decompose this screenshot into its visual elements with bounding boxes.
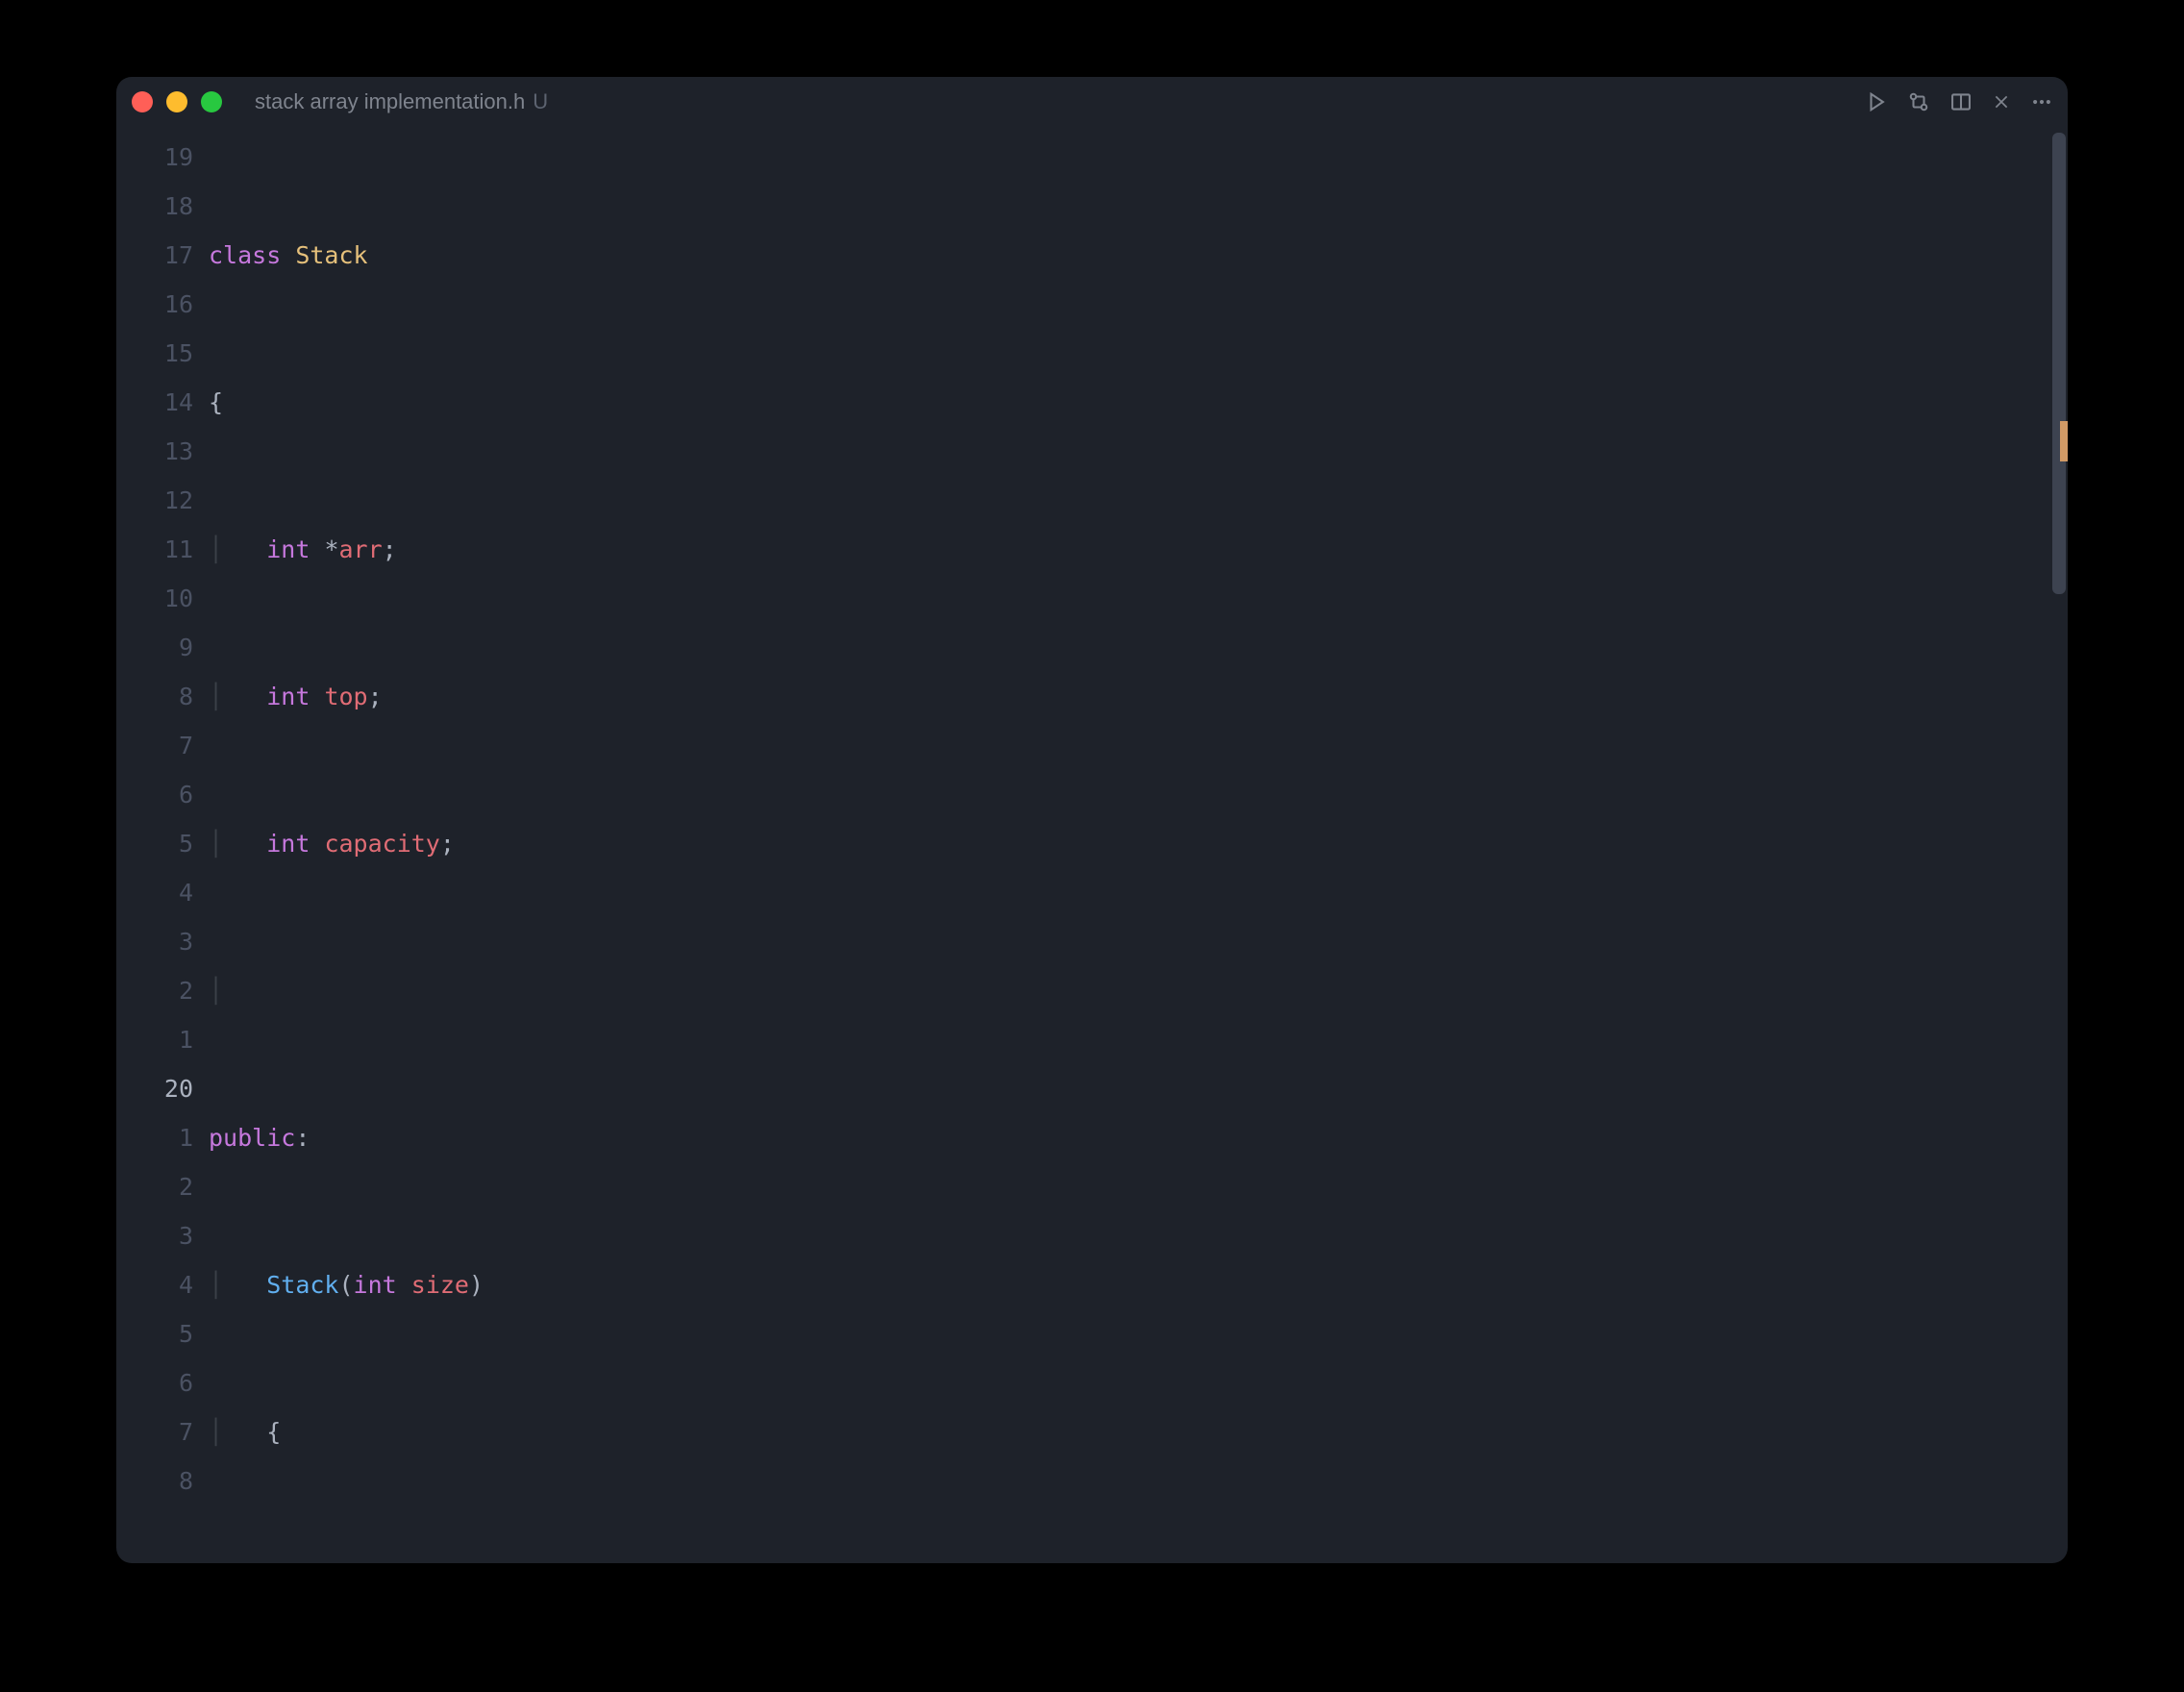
line-number: 4 xyxy=(116,1260,193,1309)
code-line: class Stack xyxy=(209,231,2048,280)
line-number-gutter: 19 18 17 16 15 14 13 12 11 10 9 8 7 6 5 … xyxy=(116,127,209,1563)
compare-icon[interactable] xyxy=(1908,91,1929,112)
line-number: 4 xyxy=(116,868,193,917)
line-number: 1 xyxy=(116,1113,193,1162)
line-number: 15 xyxy=(116,329,193,378)
scrollbar[interactable] xyxy=(2048,127,2068,1563)
tab-filename: stack array implementation.h xyxy=(255,89,525,114)
tab-modified-indicator: U xyxy=(533,89,548,114)
code-line: │ Stack(int size) xyxy=(209,1260,2048,1309)
line-number-current: 20 xyxy=(116,1064,193,1113)
tab-title[interactable]: stack array implementation.h U xyxy=(255,89,548,114)
line-number: 3 xyxy=(116,917,193,966)
line-number: 10 xyxy=(116,574,193,623)
code-line: │ int top; xyxy=(209,672,2048,721)
line-number: 12 xyxy=(116,476,193,525)
editor-toolbar xyxy=(1866,91,2052,112)
line-number: 13 xyxy=(116,427,193,476)
minimize-window-button[interactable] xyxy=(166,91,187,112)
line-number: 5 xyxy=(116,1309,193,1358)
minimap-highlight xyxy=(2060,421,2068,461)
line-number: 17 xyxy=(116,231,193,280)
line-number: 8 xyxy=(116,1456,193,1505)
line-number: 8 xyxy=(116,672,193,721)
code-line: │ int *arr; xyxy=(209,525,2048,574)
line-number: 6 xyxy=(116,1358,193,1407)
zoom-window-button[interactable] xyxy=(201,91,222,112)
line-number: 16 xyxy=(116,280,193,329)
line-number: 14 xyxy=(116,378,193,427)
code-line: │ { xyxy=(209,1407,2048,1456)
line-number: 6 xyxy=(116,770,193,819)
close-icon[interactable] xyxy=(1993,93,2010,111)
line-number: 9 xyxy=(116,623,193,672)
line-number: 11 xyxy=(116,525,193,574)
editor-area[interactable]: 19 18 17 16 15 14 13 12 11 10 9 8 7 6 5 … xyxy=(116,127,2068,1563)
line-number: 7 xyxy=(116,1407,193,1456)
close-window-button[interactable] xyxy=(132,91,153,112)
line-number: 18 xyxy=(116,182,193,231)
code-line: │ │ arr = new int[size]; xyxy=(209,1555,2048,1563)
line-number: 2 xyxy=(116,1162,193,1211)
more-icon[interactable] xyxy=(2031,91,2052,112)
editor-window: stack array implementation.h U 19 18 xyxy=(116,77,2068,1563)
line-number: 3 xyxy=(116,1211,193,1260)
split-editor-icon[interactable] xyxy=(1950,91,1972,112)
line-number: 2 xyxy=(116,966,193,1015)
line-number: 1 xyxy=(116,1015,193,1064)
code-line: { xyxy=(209,378,2048,427)
line-number: 7 xyxy=(116,721,193,770)
titlebar: stack array implementation.h U xyxy=(116,77,2068,127)
code-line: │ xyxy=(209,966,2048,1015)
line-number: 5 xyxy=(116,819,193,868)
code-content[interactable]: class Stack { │ int *arr; │ int top; │ i… xyxy=(209,127,2048,1563)
run-icon[interactable] xyxy=(1866,91,1887,112)
code-line: │ int capacity; xyxy=(209,819,2048,868)
window-controls xyxy=(132,91,222,112)
code-line: public: xyxy=(209,1113,2048,1162)
scrollbar-thumb[interactable] xyxy=(2052,133,2066,594)
line-number: 19 xyxy=(116,133,193,182)
